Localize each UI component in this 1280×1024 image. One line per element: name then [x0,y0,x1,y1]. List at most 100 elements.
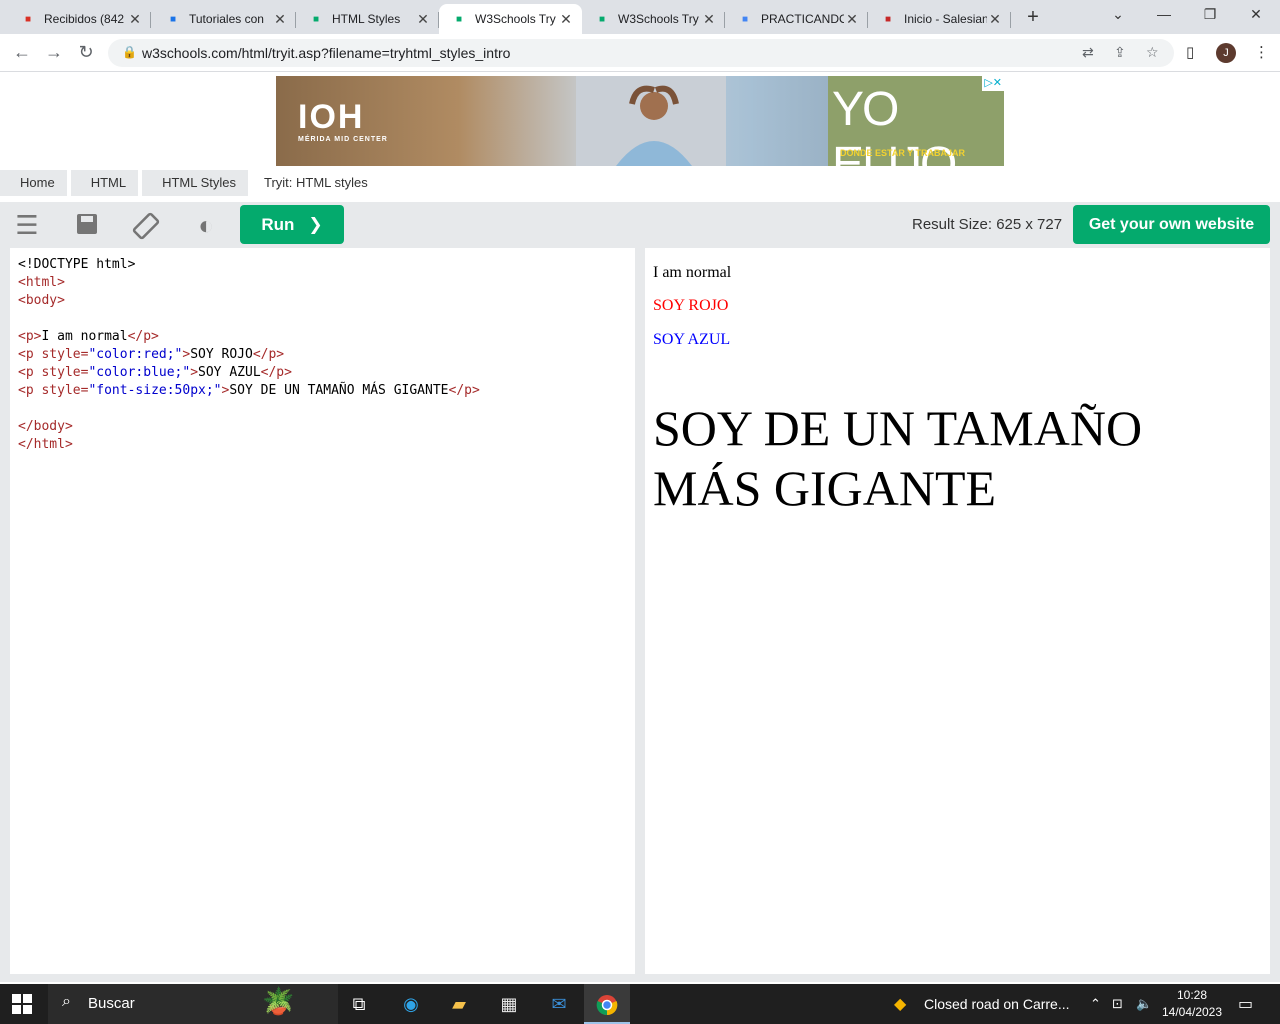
breadcrumb: Home HTML HTML Styles Tryit: HTML styles [0,170,384,196]
code-line[interactable]: <p>I am normal</p> [18,328,635,346]
code-token: > [190,365,199,380]
tray-chevron-icon[interactable]: ⌃ [1090,996,1101,1012]
taskbar-search[interactable]: ⌕ Buscar 🪴 [48,984,338,1024]
ad-close-icon[interactable]: ▷✕ [982,76,1004,91]
code-token: </p> [252,347,285,362]
docs-icon: ■ [741,13,749,25]
save-icon[interactable] [72,212,102,240]
close-tab-icon[interactable]: ✕ [844,11,860,28]
share-icon[interactable]: ⇪ [1114,44,1126,61]
close-tab-icon[interactable]: ✕ [701,11,717,28]
address-toolbar: ← → ↻ 🔒 w3schools.com/html/tryit.asp?fil… [0,34,1280,72]
classroom-icon: ■ [169,13,177,25]
close-tab-icon[interactable]: ✕ [415,11,431,28]
code-line[interactable]: <!DOCTYPE html> [18,256,635,274]
code-line[interactable] [18,310,635,328]
code-token: style= [41,347,89,362]
code-line[interactable]: </body> [18,418,635,436]
close-tab-icon[interactable]: ✕ [558,11,574,28]
code-token: <p [18,365,42,380]
tab-separator [1010,12,1011,28]
tab-title: W3Schools Try [475,12,556,26]
minimize-icon[interactable]: — [1154,6,1174,22]
network-icon[interactable]: ⊡ [1112,996,1123,1012]
code-token: </html> [18,437,73,452]
omnibox[interactable]: 🔒 w3schools.com/html/tryit.asp?filename=… [108,39,1174,67]
get-website-button[interactable]: Get your own website [1073,205,1270,244]
code-token: </p> [260,365,292,380]
result-large-text: SOY DE UN TAMAÑO MÁS GIGANTE [653,400,1143,516]
code-token: SOY DE UN TAMAÑO MÁS GIGANTE [229,383,449,398]
edge-icon[interactable]: ◉ [398,992,424,1016]
tab-3[interactable]: ■ W3Schools Try ✕ [439,4,582,34]
bookmark-star-icon[interactable]: ☆ [1146,44,1159,61]
code-editor[interactable]: <!DOCTYPE html> <html> <body> <p>I am norma… [10,248,635,974]
restore-icon[interactable]: ❐ [1200,6,1220,23]
url-text[interactable]: w3schools.com/html/tryit.asp?filename=tr… [142,45,510,61]
code-token: "font-size:50px;" [88,383,222,398]
tab-title: Tutoriales con [189,12,264,26]
breadcrumb-html[interactable]: HTML [70,170,139,196]
volume-muted-icon[interactable]: 🔈 [1136,996,1152,1012]
code-token: <p [18,347,42,362]
file-explorer-icon[interactable]: ▰ [446,992,472,1016]
mail-icon[interactable]: ✉ [546,992,572,1016]
breadcrumb-html-styles[interactable]: HTML Styles [142,170,248,196]
search-icon: ⌕ [62,993,71,1010]
tab-1[interactable]: ■ Tutoriales con ✕ [153,4,296,34]
tab-5[interactable]: ■ PRACTICANDO ✕ [725,4,868,34]
close-window-icon[interactable]: ✕ [1246,6,1266,23]
tab-2[interactable]: ■ HTML Styles ✕ [296,4,439,34]
side-panel-icon[interactable]: ▯ [1186,43,1194,61]
menu-kebab-icon[interactable]: ⋮ [1254,43,1269,61]
result-normal-text: I am normal [653,264,732,281]
menu-icon[interactable]: ☰ [12,212,42,238]
windows-start-icon[interactable] [12,994,32,1014]
lock-icon: 🔒 [122,45,137,59]
close-tab-icon[interactable]: ✕ [987,11,1003,28]
close-tab-icon[interactable]: ✕ [272,11,288,28]
store-icon[interactable]: ▦ [496,992,522,1016]
back-icon[interactable]: ← [12,42,32,63]
code-line[interactable]: </html> [18,436,635,454]
translate-icon[interactable]: ⇄ [1082,44,1094,61]
code-token: "color:red;" [88,347,183,362]
code-line[interactable]: <p style="color:red;">SOY ROJO</p> [18,346,635,364]
code-line[interactable]: <p style="font-size:50px;">SOY DE UN TAM… [18,382,635,400]
tab-0[interactable]: ■ Recibidos (842 ✕ [8,4,151,34]
reload-icon[interactable]: ↻ [76,42,96,63]
breadcrumb-home[interactable]: Home [0,170,67,196]
code-line[interactable]: <p style="color:blue;">SOY AZUL</p> [18,364,635,382]
theme-toggle-icon[interactable]: ◐ [191,212,221,238]
code-token: </body> [18,419,73,434]
code-token: <!DOCTYPE html> [18,257,136,272]
taskbar-clock[interactable]: 10:28 14/04/2023 [1160,987,1224,1021]
chrome-icon[interactable] [584,984,630,1024]
notifications-icon[interactable]: ▭ [1238,994,1253,1014]
w3schools-icon: ■ [455,13,463,25]
tab-6[interactable]: ■ Inicio - Salesian ✕ [868,4,1011,34]
code-line[interactable] [18,400,635,418]
code-line[interactable]: <body> [18,292,635,310]
tryit-toolbar: ☰ ◐ Run ❯ Result Size: 625 x 727 Get your… [0,202,1280,248]
tab-search-icon[interactable]: ⌄ [1108,6,1128,23]
code-token: I am normal [41,329,128,344]
run-button[interactable]: Run ❯ [240,205,344,244]
task-view-icon[interactable]: ⧉ [346,992,372,1016]
code-token: SOY AZUL [198,365,261,380]
ad-tagline: DONDE ESTAR Y TRABAJAR [840,148,966,158]
notification-text[interactable]: Closed road on Carre... [924,996,1070,1012]
breadcrumb-current: Tryit: HTML styles [264,175,368,190]
tab-4[interactable]: ■ W3Schools Try ✕ [582,4,725,34]
code-line[interactable]: <html> [18,274,635,292]
avatar[interactable]: J [1216,43,1236,63]
rotate-layout-icon[interactable] [131,212,161,244]
close-tab-icon[interactable]: ✕ [127,11,143,28]
tab-title: PRACTICANDO [761,12,844,26]
ad-banner[interactable]: IOH MÉRIDA MID CENTER YO ELIJO DONDE EST… [276,76,1004,166]
search-highlight-icon: 🪴 [262,986,295,1016]
new-tab-button[interactable]: + [1022,6,1044,29]
forward-icon[interactable]: → [44,42,64,63]
code-token: <p [18,383,42,398]
workspace: <!DOCTYPE html> <html> <body> <p>I am norma… [0,248,1280,982]
